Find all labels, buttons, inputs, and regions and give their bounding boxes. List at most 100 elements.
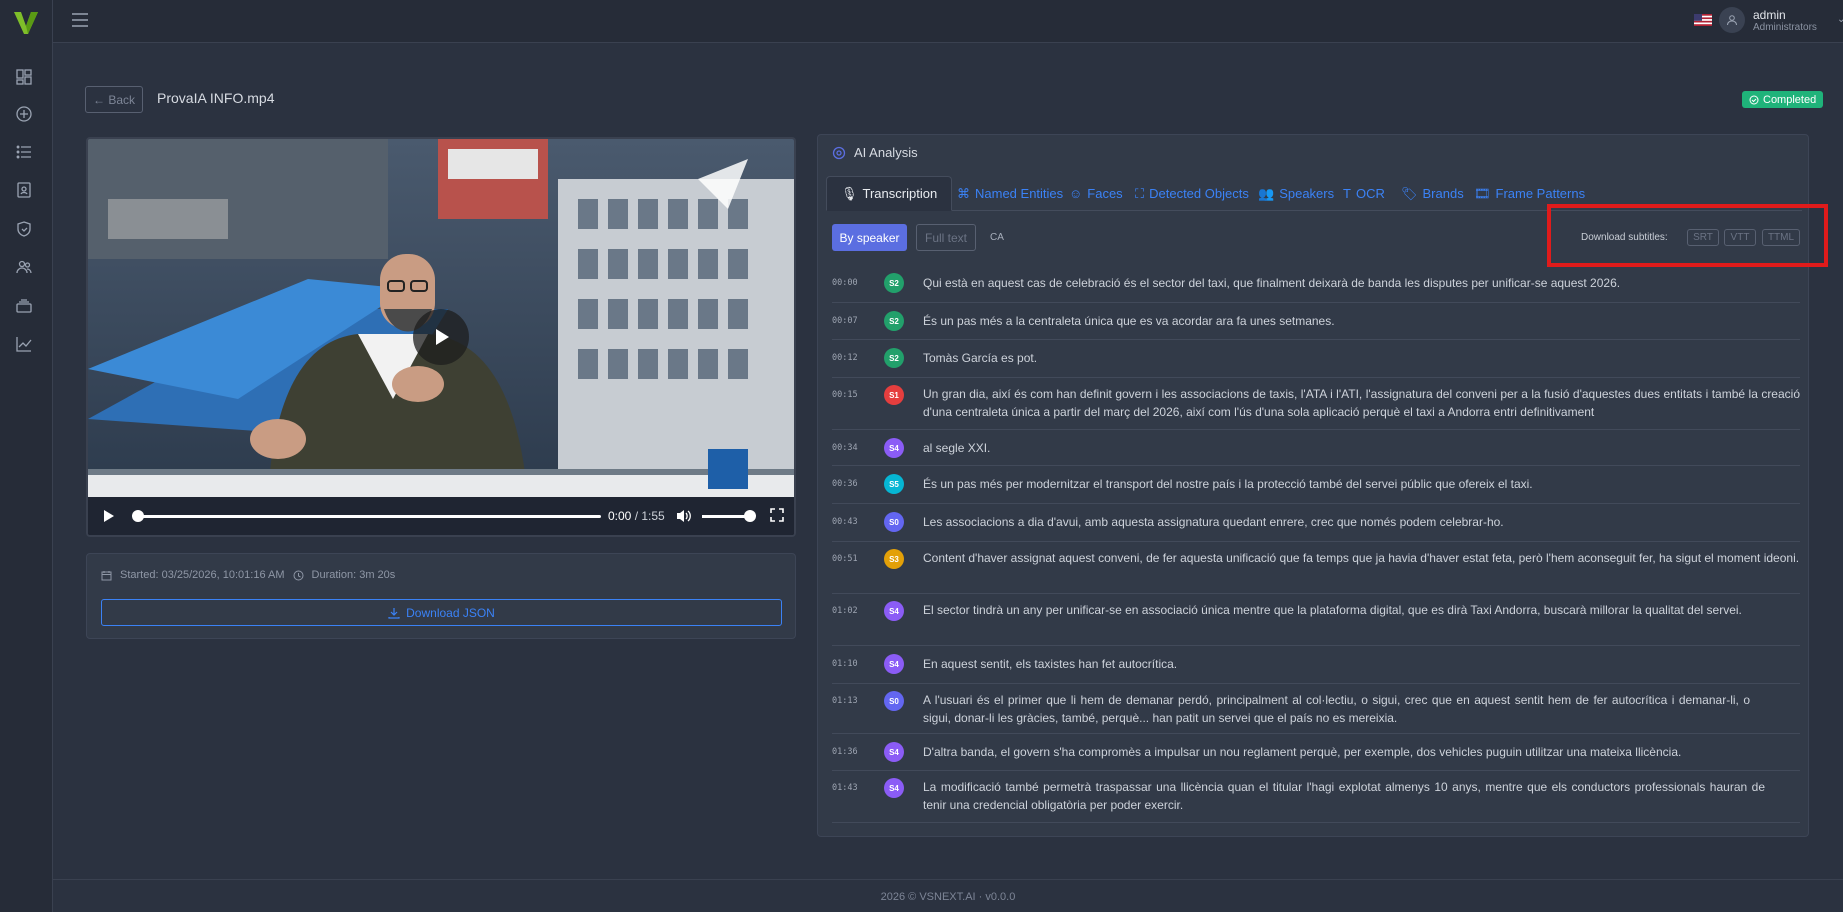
video-player[interactable]: 0:00 / 1:55 [86,137,796,537]
media-info-line: Started: 03/25/2026, 10:01:16 AM Duratio… [101,569,395,581]
tab-ocr[interactable]: T OCR [1343,176,1385,211]
user-avatar[interactable] [1719,7,1745,33]
transcript-row[interactable]: 00:43 S0 Les associacions a dia d'avui, … [832,504,1800,542]
transcript-row[interactable]: 00:36 S5 És un pas més per modernitzar e… [832,466,1800,504]
play-overlay-button[interactable] [413,309,469,365]
video-progress-knob[interactable] [132,510,144,522]
tab-faces[interactable]: ☺ Faces [1069,176,1123,211]
transcript-row[interactable]: 01:36 S4 D'altra banda, el govern s'ha c… [832,734,1800,771]
transcript-row[interactable]: 01:13 S0 A l'usuari és el primer que li … [832,684,1800,734]
transcript-row[interactable]: 01:43 S4 La modificació també permetrà t… [832,771,1800,823]
row-text: És un pas més per modernitzar el transpo… [923,477,1533,491]
menu-toggle-icon[interactable] [71,12,89,28]
analytics-icon[interactable] [14,334,34,354]
transcript-row[interactable]: 00:34 S4 al segle XXI. [832,430,1800,466]
transcript-row[interactable]: 00:12 S2 Tomàs García es pot. [832,340,1800,378]
tab-transcription[interactable]: 🎙 Transcription [826,176,953,211]
media-info-card: Started: 03/25/2026, 10:01:16 AM Duratio… [86,553,796,639]
tab-label: Named Entities [975,186,1064,201]
ai-analysis-label: AI Analysis [854,145,918,160]
tab-label: OCR [1355,186,1385,201]
transcript-row[interactable]: 00:07 S2 És un pas més a la centraleta ú… [832,303,1800,340]
user-role: Administrators [1753,22,1817,33]
volume-slider[interactable] [702,515,750,518]
row-timestamp[interactable]: 01:43 [832,783,858,793]
row-timestamp[interactable]: 00:00 [832,278,858,288]
highlight-annotation [1547,204,1828,267]
download-icon [388,607,400,619]
row-timestamp[interactable]: 00:36 [832,479,858,489]
transcript-row[interactable]: 00:51 S3 Content d'haver assignat aquest… [832,542,1800,594]
film-icon: 🎞 [1474,185,1491,201]
row-text: La modificació també permetrà traspassar… [923,780,1765,812]
id-badge-icon[interactable] [14,180,34,200]
speaker-badge: S4 [884,601,904,621]
speaker-badge: S3 [884,549,904,569]
row-timestamp[interactable]: 01:02 [832,606,858,616]
dashboard-icon[interactable] [14,67,34,87]
users-icon[interactable] [14,257,34,277]
layers-icon[interactable] [14,296,34,316]
full-text-button[interactable]: Full text [916,224,976,251]
calendar-icon [101,570,112,580]
speaker-badge: S1 [884,385,904,405]
row-timestamp[interactable]: 01:10 [832,659,858,669]
transcript-row[interactable]: 01:02 S4 El sector tindrà un any per uni… [832,594,1800,646]
speaker-badge: S0 [884,512,904,532]
shield-icon[interactable] [14,219,34,239]
row-text: A l'usuari és el primer que li hem de de… [923,693,1750,725]
gear-icon [832,146,846,159]
check-circle-icon [1749,95,1759,104]
speaker-badge: S4 [884,742,904,762]
row-text: Les associacions a dia d'avui, amb aques… [923,515,1504,529]
status-badge: Completed [1742,91,1824,108]
tab-speakers[interactable]: 👥 Speakers [1258,176,1334,211]
download-json-label: Download JSON [406,605,495,620]
time-total: 1:55 [641,509,665,523]
list-icon[interactable] [14,142,34,162]
row-timestamp[interactable]: 00:43 [832,517,858,527]
tab-named-entities[interactable]: ⌘ Named Entities [957,176,1063,211]
row-text: al segle XXI. [923,441,991,455]
row-timestamp[interactable]: 00:51 [832,554,858,564]
download-json-button[interactable]: Download JSON [101,599,782,626]
video-progress-bar[interactable] [138,515,601,518]
tab-label: Brands [1422,186,1464,201]
page-title: ProvaIA INFO.mp4 [157,90,275,106]
volume-icon[interactable] [676,508,692,527]
add-icon[interactable] [14,104,34,124]
row-timestamp[interactable]: 00:34 [832,443,858,453]
transcript-list: 00:00 S2 Qui està en aquest cas de celeb… [832,265,1800,823]
app-logo[interactable] [12,8,40,36]
tab-detected-objects[interactable]: ⛶ Detected Objects [1135,176,1249,211]
fullscreen-icon[interactable] [770,508,784,525]
tab-brands[interactable]: 🏷 Brands [1401,176,1464,211]
row-timestamp[interactable]: 01:36 [832,747,858,757]
transcript-row[interactable]: 01:10 S4 En aquest sentit, els taxistes … [832,646,1800,684]
tab-label: Detected Objects [1149,186,1249,201]
user-name[interactable]: admin [1753,8,1786,22]
back-button[interactable]: ← Back [85,86,143,113]
mic-icon: 🎙 [841,185,858,201]
time-current: 0:00 [608,509,632,523]
started-at: Started: 03/25/2026, 10:01:16 AM [120,569,285,581]
us-flag-icon[interactable] [1694,14,1712,26]
tab-label: Frame Patterns [1495,186,1586,201]
chevron-down-icon[interactable]: ⌄ [1837,14,1843,25]
transcript-row[interactable]: 00:00 S2 Qui està en aquest cas de celeb… [832,265,1800,303]
speaker-badge: S4 [884,438,904,458]
volume-knob[interactable] [744,510,756,522]
row-timestamp[interactable]: 00:12 [832,353,858,363]
by-speaker-button[interactable]: By speaker [832,224,907,251]
tab-label: Faces [1087,186,1123,201]
row-timestamp[interactable]: 00:07 [832,316,858,326]
transcript-row[interactable]: 00:15 S1 Un gran dia, així és com han de… [832,378,1800,430]
objects-icon: ⛶ [1135,185,1145,201]
video-time: 0:00 / 1:55 [608,509,665,523]
row-text: Tomàs García es pot. [923,351,1038,365]
row-text: Un gran dia, així és com han definit gov… [923,387,1800,419]
play-icon[interactable] [102,509,116,526]
row-timestamp[interactable]: 01:13 [832,696,858,706]
row-timestamp[interactable]: 00:15 [832,390,858,400]
footer-divider [53,879,1843,880]
